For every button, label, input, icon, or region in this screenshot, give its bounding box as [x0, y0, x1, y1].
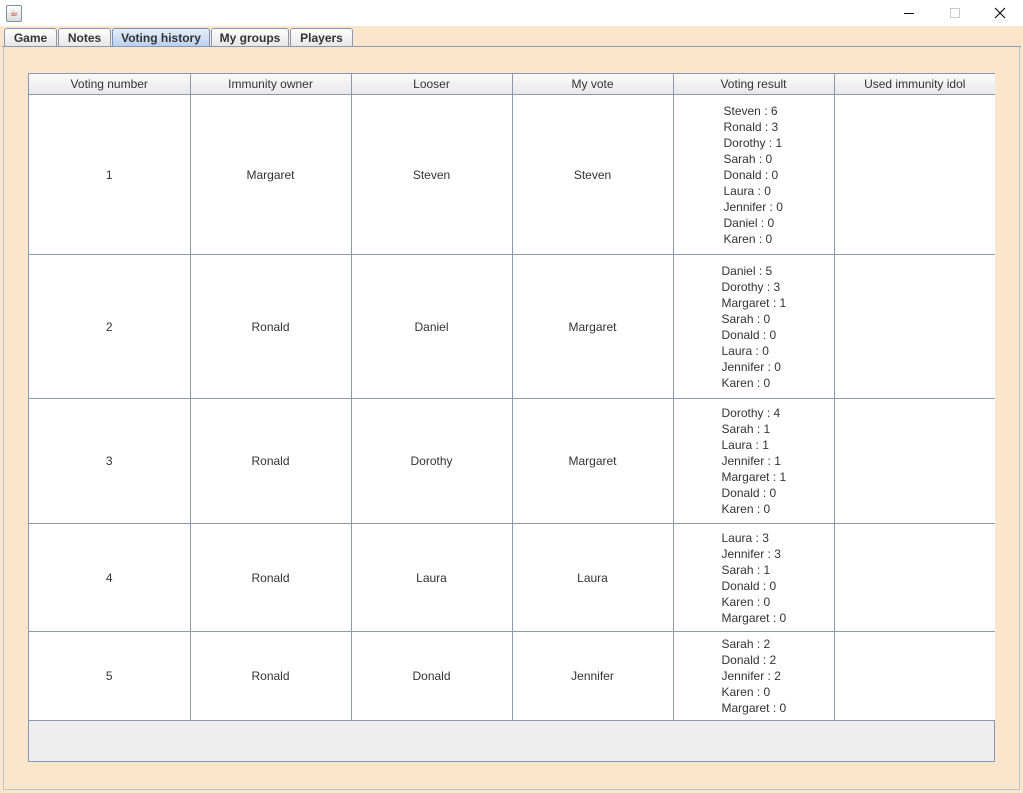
tab-players[interactable]: Players [290, 28, 353, 47]
table-header-row: Voting number Immunity owner Looser My v… [29, 74, 995, 95]
cell-immunity-owner[interactable]: Ronald [190, 254, 352, 399]
voting-history-table: Voting number Immunity owner Looser My v… [29, 74, 995, 721]
voting-result-entry: Jennifer : 2 [721, 669, 781, 683]
voting-result-entry: Margaret : 0 [721, 701, 787, 715]
voting-result-entry: Sarah : 2 [721, 637, 771, 651]
cell-my-vote[interactable]: Margaret [512, 398, 674, 524]
cell-voting-result[interactable]: Daniel : 5 Dorothy : 3 Margaret : 1 Sara… [673, 254, 835, 399]
cell-immunity-owner[interactable]: Ronald [190, 631, 352, 721]
maximize-button[interactable] [932, 0, 978, 26]
cell-looser[interactable]: Laura [351, 523, 513, 632]
voting-result-entry: Laura : 0 [723, 183, 771, 198]
voting-result-entry: Laura : 0 [721, 343, 769, 358]
cell-my-vote[interactable]: Steven [512, 94, 674, 255]
cell-my-vote[interactable]: Margaret [512, 254, 674, 399]
column-header-immunity-owner[interactable]: Immunity owner [190, 74, 352, 95]
voting-result-entry: Donald : 0 [721, 486, 777, 500]
voting-result-entry: Donald : 0 [721, 327, 777, 342]
column-header-voting-result[interactable]: Voting result [673, 74, 835, 95]
voting-result-entry: Karen : 0 [723, 231, 773, 246]
voting-history-table-scrollpane[interactable]: Voting number Immunity owner Looser My v… [28, 73, 995, 762]
cell-voting-number[interactable]: 5 [29, 631, 191, 721]
voting-result-list: Sarah : 2 Donald : 2 Jennifer : 2 Karen … [722, 636, 787, 716]
cell-immunity-owner[interactable]: Margaret [190, 94, 352, 255]
cell-my-vote[interactable]: Laura [512, 523, 674, 632]
voting-result-entry: Donald : 0 [721, 578, 777, 593]
maximize-icon [950, 8, 960, 18]
voting-result-entry: Jennifer : 0 [721, 359, 781, 374]
voting-result-entry: Dorothy : 1 [723, 135, 783, 150]
voting-result-entry: Karen : 0 [721, 375, 771, 390]
cell-voting-result[interactable]: Sarah : 2 Donald : 2 Jennifer : 2 Karen … [673, 631, 835, 721]
cell-used-immunity-idol[interactable] [834, 398, 995, 524]
voting-result-entry: Sarah : 1 [721, 562, 771, 577]
voting-result-entry: Margaret : 0 [721, 610, 787, 625]
table-row[interactable]: 3 Ronald Dorothy Margaret Dorothy : 4 Sa… [29, 398, 995, 524]
voting-result-entry: Karen : 0 [721, 502, 771, 516]
column-header-looser[interactable]: Looser [351, 74, 513, 95]
voting-result-entry: Margaret : 1 [721, 295, 787, 310]
voting-result-entry: Daniel : 0 [723, 215, 775, 230]
voting-result-entry: Steven : 6 [723, 103, 778, 118]
java-coffee-cup-icon: ☕ [6, 5, 22, 22]
tab-notes[interactable]: Notes [58, 28, 111, 47]
cell-my-vote[interactable]: Jennifer [512, 631, 674, 721]
cell-used-immunity-idol[interactable] [834, 94, 995, 255]
tab-bar: Game Notes Voting history My groups Play… [0, 26, 1023, 48]
voting-result-list: Daniel : 5 Dorothy : 3 Margaret : 1 Sara… [722, 263, 787, 391]
cell-used-immunity-idol[interactable] [834, 631, 995, 721]
cell-voting-result[interactable]: Laura : 3 Jennifer : 3 Sarah : 1 Donald … [673, 523, 835, 632]
cell-looser[interactable]: Steven [351, 94, 513, 255]
voting-result-entry: Jennifer : 0 [723, 199, 783, 214]
table-row[interactable]: 1 Margaret Steven Steven Steven : 6 Rona… [29, 94, 995, 255]
cell-looser[interactable]: Donald [351, 631, 513, 721]
voting-result-entry: Jennifer : 3 [721, 546, 781, 561]
voting-result-entry: Laura : 3 [721, 530, 769, 545]
cell-voting-result[interactable]: Steven : 6 Ronald : 3 Dorothy : 1 Sarah … [673, 94, 835, 255]
voting-result-entry: Ronald : 3 [723, 119, 779, 134]
voting-result-entry: Sarah : 0 [723, 151, 773, 166]
voting-result-entry: Margaret : 1 [721, 470, 787, 484]
tab-game[interactable]: Game [4, 28, 57, 47]
voting-result-entry: Sarah : 0 [721, 311, 771, 326]
title-bar: ☕ [0, 0, 1023, 26]
voting-result-entry: Donald : 0 [723, 167, 779, 182]
voting-result-list: Dorothy : 4 Sarah : 1 Laura : 1 Jennifer… [722, 405, 787, 517]
minimize-button[interactable] [886, 0, 932, 26]
cell-voting-number[interactable]: 3 [29, 398, 191, 524]
voting-result-entry: Daniel : 5 [721, 263, 773, 278]
column-header-used-immunity-idol[interactable]: Used immunity idol [834, 74, 995, 95]
cell-looser[interactable]: Dorothy [351, 398, 513, 524]
cell-used-immunity-idol[interactable] [834, 523, 995, 632]
cell-voting-number[interactable]: 2 [29, 254, 191, 399]
voting-result-list: Laura : 3 Jennifer : 3 Sarah : 1 Donald … [722, 530, 787, 626]
table-row[interactable]: 2 Ronald Daniel Margaret Daniel : 5 Doro… [29, 254, 995, 399]
column-header-my-vote[interactable]: My vote [512, 74, 674, 95]
voting-result-entry: Laura : 1 [721, 438, 769, 452]
cell-looser[interactable]: Daniel [351, 254, 513, 399]
close-icon [994, 7, 1006, 19]
voting-result-entry: Jennifer : 1 [721, 454, 781, 468]
voting-result-entry: Sarah : 1 [721, 422, 771, 436]
cell-voting-number[interactable]: 1 [29, 94, 191, 255]
cell-immunity-owner[interactable]: Ronald [190, 523, 352, 632]
cell-voting-number[interactable]: 4 [29, 523, 191, 632]
voting-result-list: Steven : 6 Ronald : 3 Dorothy : 1 Sarah … [724, 103, 783, 247]
close-button[interactable] [977, 0, 1023, 26]
tab-voting-history[interactable]: Voting history [112, 28, 210, 47]
voting-result-entry: Karen : 0 [721, 685, 771, 699]
cell-voting-result[interactable]: Dorothy : 4 Sarah : 1 Laura : 1 Jennifer… [673, 398, 835, 524]
column-header-voting-number[interactable]: Voting number [29, 74, 191, 95]
cell-immunity-owner[interactable]: Ronald [190, 398, 352, 524]
tab-my-groups[interactable]: My groups [211, 28, 289, 47]
voting-result-entry: Dorothy : 3 [721, 279, 781, 294]
table-row[interactable]: 4 Ronald Laura Laura Laura : 3 Jennifer … [29, 523, 995, 632]
voting-result-entry: Donald : 2 [721, 653, 777, 667]
voting-result-entry: Karen : 0 [721, 594, 771, 609]
voting-result-entry: Dorothy : 4 [721, 406, 781, 420]
minimize-icon [904, 13, 914, 14]
cell-used-immunity-idol[interactable] [834, 254, 995, 399]
table-row[interactable]: 5 Ronald Donald Jennifer Sarah : 2 Donal… [29, 631, 995, 721]
